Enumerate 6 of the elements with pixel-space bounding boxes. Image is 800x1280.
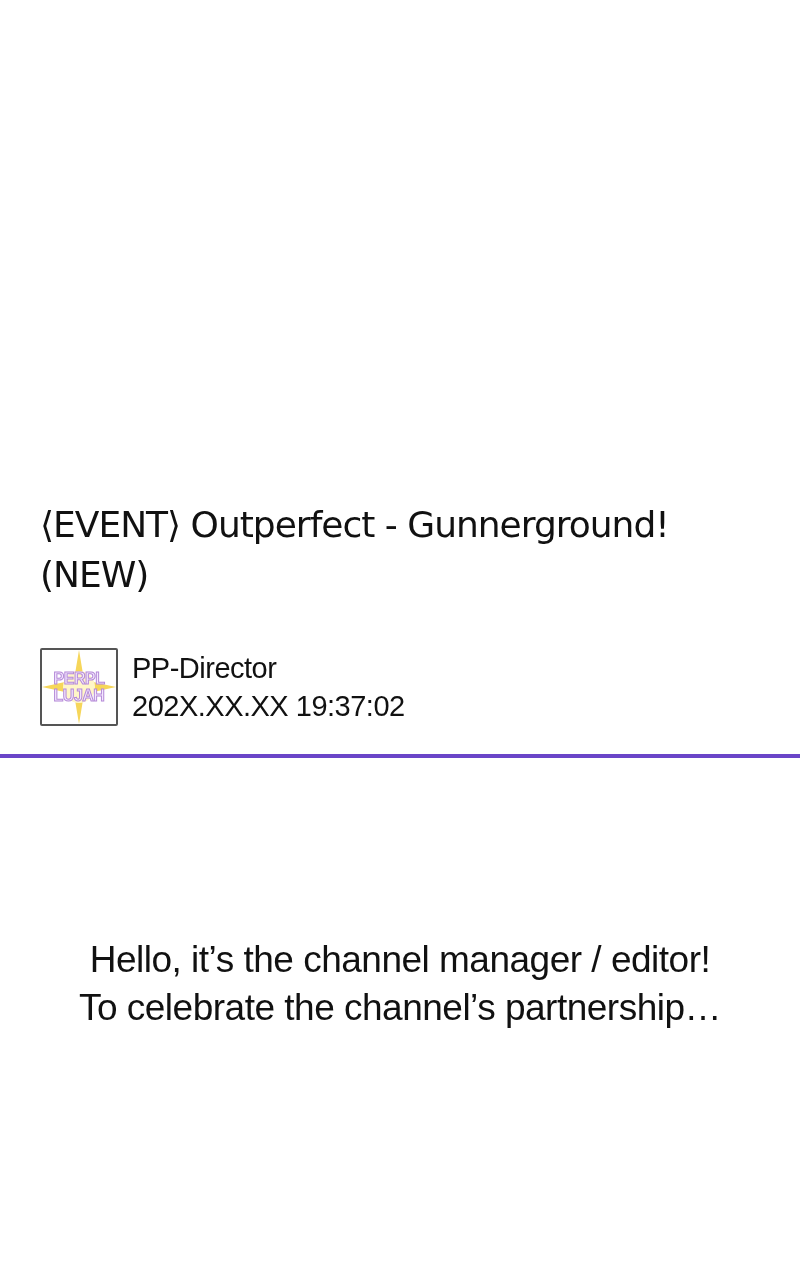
body-text: To celebrate the channel’s partnership… (78, 986, 722, 1030)
avatar-logo: PERPL LUJAH (40, 648, 118, 726)
author-name: PP-Director (132, 651, 278, 686)
post-title: ⟨EVENT⟩ Outperfect - Gunnerground! (NEW) (40, 503, 670, 597)
body-text: Hello, it’s the channel manager / editor! (89, 938, 711, 982)
post-timestamp: 202X.XX.XX 19:37:02 (132, 689, 405, 724)
